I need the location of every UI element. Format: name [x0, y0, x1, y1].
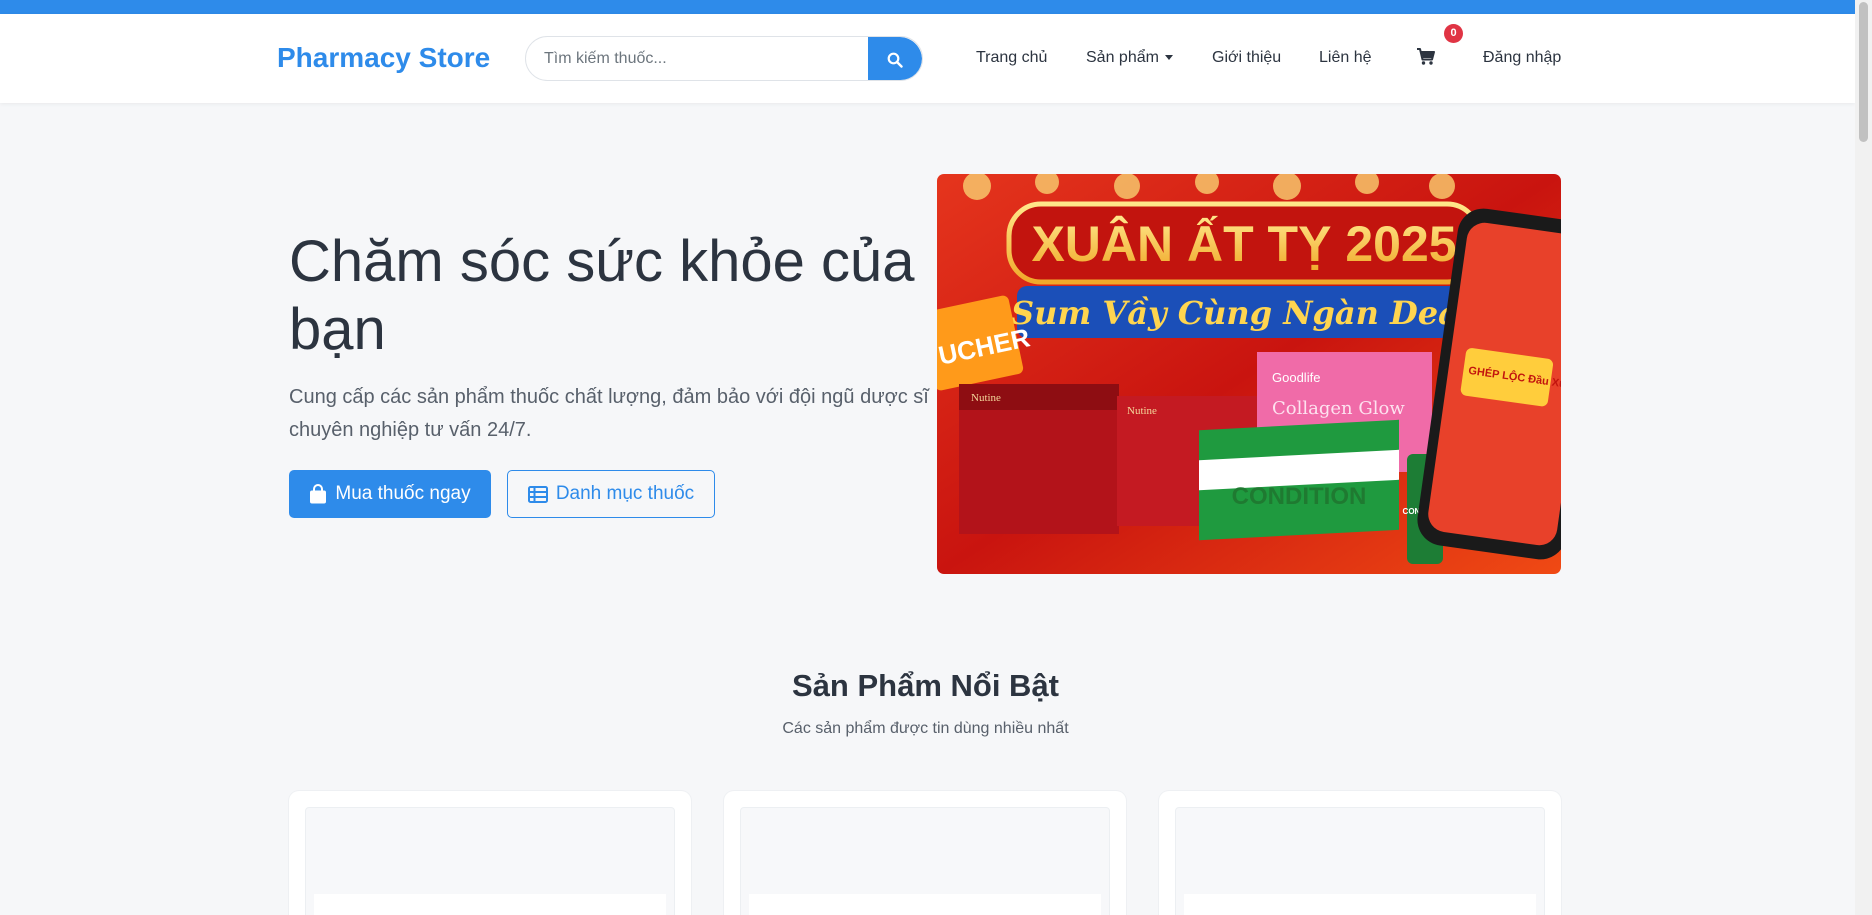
buy-now-label: Mua thuốc ngay — [335, 483, 471, 504]
navbar: Pharmacy Store Trang chủ Sản phẩm Giới t… — [0, 14, 1855, 103]
nav-home[interactable]: Trang chủ — [976, 49, 1047, 67]
search-input[interactable] — [526, 37, 866, 80]
hero-title: Chăm sóc sức khỏe của bạn — [289, 229, 915, 362]
banner-tagline: Sum Vầy Cùng Ngàn Deal — [1011, 294, 1471, 332]
catalog-label: Danh mục thuốc — [555, 483, 695, 504]
product-card[interactable] — [1159, 791, 1561, 915]
nav-products-dropdown[interactable]: Sản phẩm — [1086, 49, 1173, 67]
banner-nutine-1: Nutine — [971, 392, 1001, 404]
chevron-down-icon — [1164, 55, 1173, 61]
banner-nutine-2: Nutine — [1127, 405, 1157, 417]
catalog-button[interactable]: Danh mục thuốc — [507, 470, 715, 518]
scrollbar-thumb[interactable] — [1859, 2, 1868, 142]
buy-now-button[interactable]: Mua thuốc ngay — [289, 470, 491, 518]
page-scrollbar[interactable] — [1855, 0, 1872, 915]
list-table-icon — [527, 485, 548, 503]
shopping-bag-icon — [310, 484, 327, 504]
search-form — [525, 36, 923, 81]
product-card[interactable] — [289, 791, 691, 915]
nav-about[interactable]: Giới thiệu — [1212, 49, 1281, 67]
banner-headline: XUÂN ẤT TỴ 2025 — [1031, 216, 1456, 272]
product-image — [305, 807, 675, 915]
nav-contact[interactable]: Liên hệ — [1319, 49, 1372, 67]
promo-banner-image: XUÂN ẤT TỴ 2025 Sum Vầy Cùng Ngàn Deal U… — [937, 174, 1561, 574]
cart-icon — [1417, 48, 1435, 65]
banner-goodlife: Goodlife — [1272, 370, 1320, 385]
featured-subtitle: Các sản phẩm được tin dùng nhiều nhất — [782, 720, 1069, 737]
cart-count-badge: 0 — [1444, 24, 1463, 43]
top-announcement-bar — [0, 0, 1855, 14]
nav-login[interactable]: Đăng nhập — [1483, 49, 1561, 67]
banner-product-label: CONDITION — [1232, 483, 1367, 510]
search-icon — [887, 52, 903, 68]
product-image — [1175, 807, 1545, 915]
product-image — [740, 807, 1110, 915]
product-card[interactable] — [724, 791, 1126, 915]
brand-logo[interactable]: Pharmacy Store — [277, 42, 490, 74]
nav-products-label: Sản phẩm — [1086, 49, 1159, 66]
banner-collagen: Collagen Glow — [1272, 398, 1405, 419]
featured-title: Sản Phẩm Nổi Bật — [792, 668, 1059, 703]
cart-button[interactable] — [1416, 47, 1438, 69]
search-button[interactable] — [868, 37, 922, 80]
promo-banner[interactable]: XUÂN ẤT TỴ 2025 Sum Vầy Cùng Ngàn Deal U… — [937, 174, 1561, 574]
hero-description: Cung cấp các sản phẩm thuốc chất lượng, … — [289, 386, 929, 441]
